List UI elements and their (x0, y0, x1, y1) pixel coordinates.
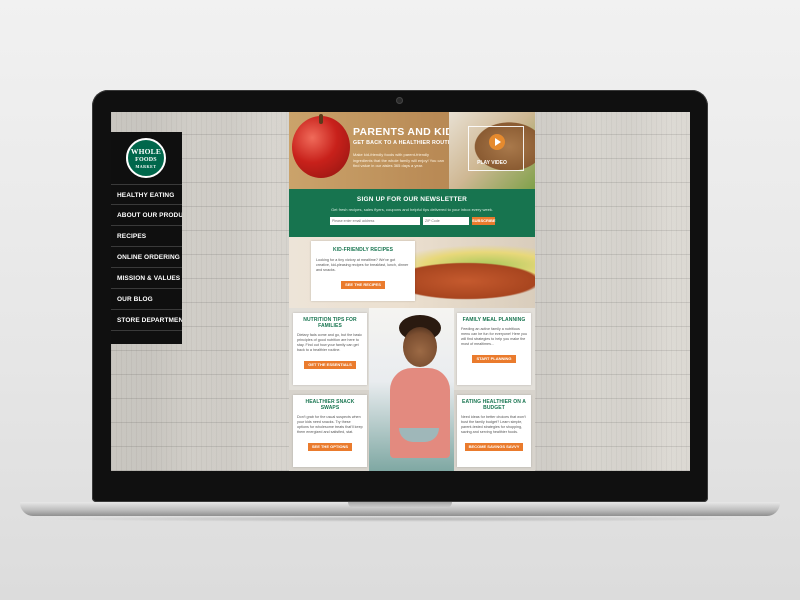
meal-planning-title: FAMILY MEAL PLANNING (462, 317, 526, 323)
see-the-recipes-button[interactable]: SEE THE RECIPES (341, 281, 385, 289)
girl-shirt (390, 368, 450, 458)
whole-foods-logo[interactable]: WHOLE FOODS MARKET (126, 138, 166, 178)
logo-line3: MARKET (135, 164, 157, 169)
apple-stem (319, 114, 323, 124)
laptop-notch (348, 502, 452, 508)
sidebar-item-store-departments[interactable]: STORE DEPARTMENTS (111, 310, 182, 331)
sidebar: WHOLE FOODS MARKET HEALTHY EATING ABOUT … (111, 132, 182, 344)
play-video-label[interactable]: PLAY VIDEO (449, 160, 535, 166)
logo-line2: FOODS (135, 157, 157, 163)
main-content: PARENTS AND KIDS GET BACK TO A HEALTHIER… (289, 112, 535, 471)
sidebar-item-recipes[interactable]: RECIPES (111, 226, 182, 247)
sidebar-item-healthy-eating[interactable]: HEALTHY EATING (111, 184, 182, 205)
meal-planning-text: Feeding an active family a nutritious me… (461, 327, 528, 346)
budget-card: EATING HEALTHIER ON A BUDGET Need ideas … (457, 395, 531, 467)
girl-face (403, 327, 437, 367)
sidebar-item-our-blog[interactable]: OUR BLOG (111, 289, 182, 310)
subscribe-button[interactable]: SUBSCRIBE (472, 217, 496, 225)
kid-recipes-title: KID-FRIENDLY RECIPES (332, 247, 394, 253)
email-field[interactable] (330, 217, 420, 225)
zip-field[interactable] (423, 217, 469, 225)
video-thumbnail[interactable]: PLAY VIDEO (449, 112, 535, 189)
nutrition-card: NUTRITION TIPS FOR FAMILIES Dietary fads… (293, 313, 367, 385)
start-planning-button[interactable]: START PLANNING (472, 355, 516, 363)
kid-recipes-section: KID-FRIENDLY RECIPES Looking for a tiny … (289, 237, 535, 308)
hero-title: PARENTS AND KIDS (353, 126, 461, 138)
browser-viewport: WHOLE FOODS MARKET HEALTHY EATING ABOUT … (111, 112, 690, 471)
laptop-shadow (40, 516, 760, 522)
newsletter-signup: SIGN UP FOR OUR NEWSLETTER Get fresh rec… (289, 189, 535, 237)
hero-subtitle: GET BACK TO A HEALTHIER ROUTINE (353, 140, 458, 146)
budget-text: Need ideas for better choices that won't… (461, 415, 526, 434)
nutrition-title: NUTRITION TIPS FOR FAMILIES (303, 317, 357, 329)
apple-image (292, 116, 350, 178)
sidebar-item-mission-values[interactable]: MISSION & VALUES (111, 268, 182, 289)
see-the-options-button[interactable]: SEE THE OPTIONS (307, 443, 353, 451)
become-savings-savvy-button[interactable]: BECOME SAVINGS SAVVY (464, 443, 524, 451)
kid-recipes-card: KID-FRIENDLY RECIPES Looking for a tiny … (311, 241, 415, 301)
meal-planning-card: FAMILY MEAL PLANNING Feeding an active f… (457, 313, 531, 385)
get-the-essentials-button[interactable]: GET THE ESSENTIALS (304, 361, 356, 369)
hero-description: Make kid-friendly foods with parent-frie… (353, 152, 444, 168)
webcam-icon (396, 97, 403, 104)
logo-line1: WHOLE (130, 147, 162, 156)
sidebar-nav: HEALTHY EATING ABOUT OUR PRODUCTS RECIPE… (111, 184, 182, 331)
newsletter-title: SIGN UP FOR OUR NEWSLETTER (356, 196, 468, 203)
snack-swaps-text: Don't grab for the usual suspects when y… (297, 415, 363, 434)
newsletter-description: Get fresh recipes, sales flyers, coupons… (331, 207, 493, 212)
play-icon (495, 138, 501, 146)
budget-title: EATING HEALTHIER ON A BUDGET (462, 399, 526, 411)
sidebar-item-online-ordering[interactable]: ONLINE ORDERING (111, 247, 182, 268)
snack-swaps-title: HEALTHIER SNACK SWAPS (305, 399, 355, 411)
sidebar-item-about-our-products[interactable]: ABOUT OUR PRODUCTS (111, 205, 182, 226)
hero-banner: PARENTS AND KIDS GET BACK TO A HEALTHIER… (289, 112, 535, 189)
nutrition-text: Dietary fads come and go, but the basic … (297, 333, 362, 352)
snack-swaps-card: HEALTHIER SNACK SWAPS Don't grab for the… (293, 395, 367, 467)
kid-recipes-text: Looking for a tiny victory at mealtime? … (316, 258, 409, 272)
